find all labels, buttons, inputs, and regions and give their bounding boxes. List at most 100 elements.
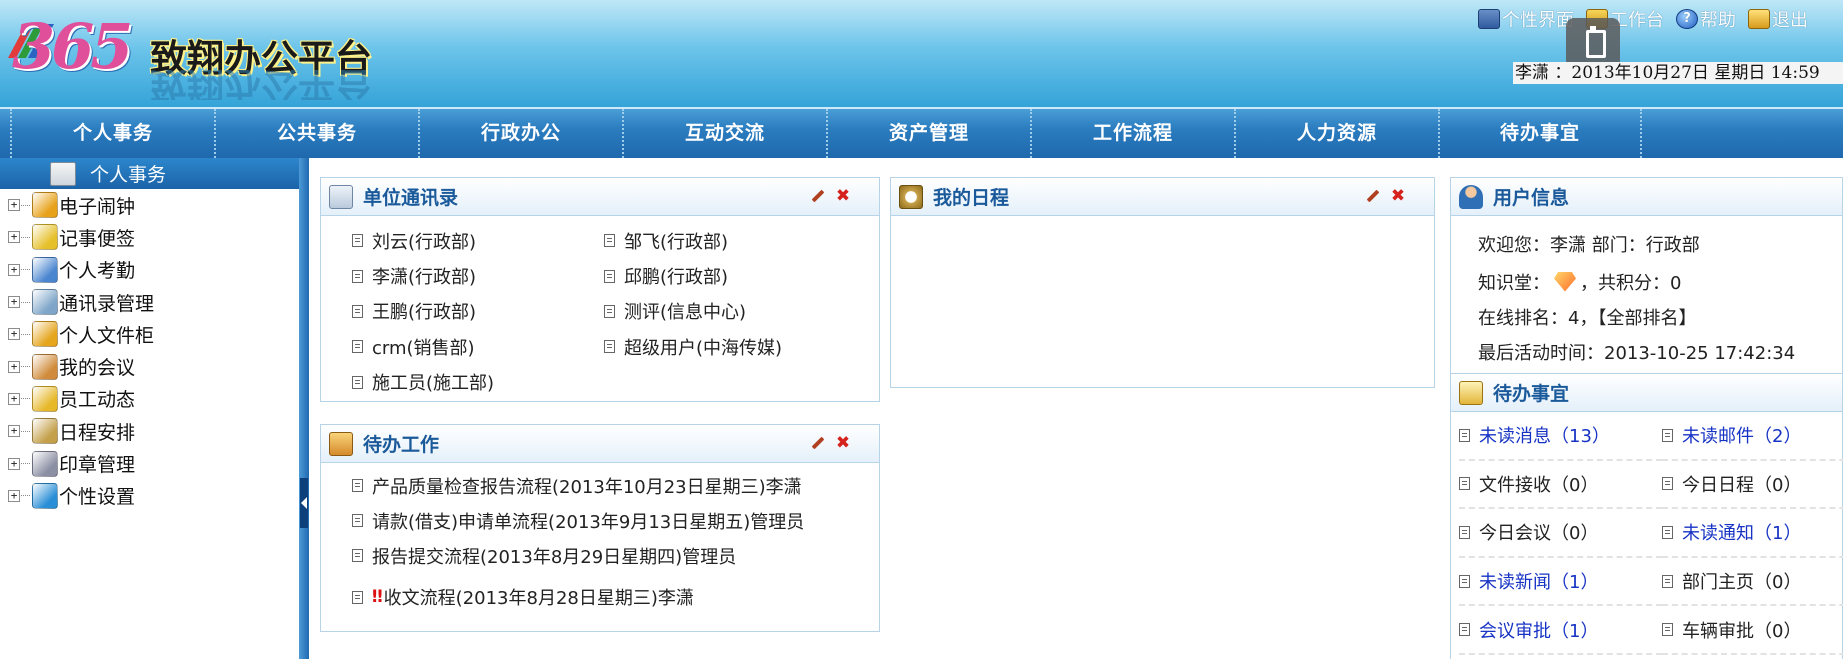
contact-item[interactable]: 超级用户(中海传媒) (604, 329, 856, 364)
user-info-panel: 用户信息 欢迎您：李潇 部门：行政部 知识堂： ，共积分：0 在线排名：4，【全… (1450, 177, 1843, 374)
sidebar-item[interactable]: + 记事便签 (8, 221, 300, 253)
document-icon (1662, 428, 1673, 442)
expand-icon[interactable]: + (8, 296, 20, 309)
expand-icon[interactable]: + (8, 328, 20, 341)
expand-icon[interactable]: + (8, 199, 20, 212)
menu-personal-affairs[interactable]: 个人事务 (10, 109, 214, 158)
contact-item[interactable]: 邹飞(行政部) (604, 223, 856, 258)
tree-connector (21, 463, 30, 465)
toplink-exit[interactable]: 退出 (1748, 6, 1808, 32)
pending-folder-icon (1459, 380, 1483, 405)
close-icon[interactable]: ✖ (835, 435, 851, 452)
menu-administration[interactable]: 行政办公 (418, 109, 622, 158)
file-cabinet-icon (32, 321, 58, 348)
sidebar-item-label: 员工动态 (59, 389, 136, 412)
pending-item[interactable]: 未读邮件（2） (1662, 412, 1843, 461)
sidebar-item[interactable]: + 个人考勤 (8, 254, 300, 286)
contact-item[interactable]: crm(销售部) (352, 329, 604, 364)
sidebar-item[interactable]: + 个性设置 (8, 480, 300, 512)
document-icon (1459, 428, 1470, 442)
panel-header: 我的日程 ✖ (891, 178, 1434, 216)
todo-text: 请款(借支)申请单流程(2013年9月13日星期五)管理员 (372, 511, 805, 533)
contact-item[interactable]: 邱鹏(行政部) (604, 258, 856, 293)
menu-hr[interactable]: 人力资源 (1234, 109, 1438, 158)
alarm-bell-icon (32, 192, 58, 219)
pending-item[interactable]: 车辆审批（0） (1662, 606, 1843, 655)
contact-item[interactable]: 测评(信息中心) (604, 294, 856, 329)
expand-icon[interactable]: + (8, 263, 20, 276)
menu-workflow[interactable]: 工作流程 (1030, 109, 1234, 158)
contact-item[interactable]: 王鹏(行政部) (352, 294, 604, 329)
user-icon (1459, 184, 1483, 209)
sidebar-item[interactable]: + 员工动态 (8, 383, 300, 415)
pending-item[interactable]: 未读消息（13） (1459, 412, 1662, 461)
todo-item[interactable]: ‼ 收文流程(2013年8月28日星期三)李潇 (352, 573, 879, 621)
pending-label: 未读新闻（1） (1479, 572, 1599, 594)
gem-icon (1554, 271, 1576, 292)
sidebar-item[interactable]: + 日程安排 (8, 415, 300, 447)
document-icon (1459, 477, 1470, 491)
close-icon[interactable]: ✖ (1390, 188, 1406, 205)
expand-icon[interactable]: + (8, 425, 20, 438)
app-logo: 365 致翔办公平台 致翔办公平台 (4, 4, 384, 104)
contact-item[interactable]: 施工员(施工部) (352, 365, 604, 400)
pending-item[interactable]: 未读新闻（1） (1459, 558, 1662, 607)
menu-interaction[interactable]: 互动交流 (622, 109, 826, 158)
expand-icon[interactable]: + (8, 392, 20, 405)
sidebar-item[interactable]: + 印章管理 (8, 447, 300, 479)
rank-line[interactable]: 在线排名：4，【全部排名】 (1478, 299, 1842, 334)
usb-overlay-icon[interactable] (1566, 18, 1620, 68)
pending-item[interactable]: 今日日程（0） (1662, 461, 1843, 510)
pending-list: 未读消息（13） 未读邮件（2） 文件接收（0） 今日日程（0） 今日会议（0） 未读通知… (1451, 412, 1843, 655)
expand-icon[interactable]: + (8, 231, 20, 244)
pending-item[interactable]: 部门主页（0） (1662, 558, 1843, 607)
todo-text: 报告提交流程(2013年8月29日星期四)管理员 (372, 546, 737, 568)
todo-item[interactable]: 请款(借支)申请单流程(2013年9月13日星期五)管理员 (352, 503, 879, 538)
edit-icon[interactable] (809, 435, 825, 451)
menu-assets[interactable]: 资产管理 (826, 109, 1030, 158)
panel-header: 单位通讯录 ✖ (321, 178, 879, 216)
pending-item[interactable]: 未读通知（1） (1662, 509, 1843, 558)
sidebar-item[interactable]: + 我的会议 (8, 350, 300, 382)
document-icon (352, 549, 363, 562)
sidebar-item[interactable]: + 通讯录管理 (8, 286, 300, 318)
sidebar-splitter[interactable] (299, 158, 309, 659)
close-icon[interactable]: ✖ (835, 188, 851, 205)
personal-affairs-icon (50, 161, 76, 186)
edit-icon[interactable] (1364, 188, 1380, 204)
todo-item[interactable]: 报告提交流程(2013年8月29日星期四)管理员 (352, 538, 879, 573)
sidebar-item-label: 个人考勤 (59, 260, 136, 283)
tree-connector (21, 495, 30, 497)
menu-todo[interactable]: 待办事宜 (1438, 109, 1642, 158)
expand-icon[interactable]: + (8, 489, 20, 502)
toplink-help[interactable]: ? 帮助 (1676, 6, 1736, 32)
sidebar-item[interactable]: + 电子闹钟 (8, 189, 300, 221)
pending-item[interactable]: 文件接收（0） (1459, 461, 1662, 510)
knowledge-label: 知识堂： (1478, 272, 1550, 294)
sidebar-item[interactable]: + 个人文件柜 (8, 318, 300, 350)
contact-item[interactable]: 李潇(行政部) (352, 258, 604, 293)
tree-connector (21, 204, 30, 206)
toplink-label: 个性界面 (1502, 10, 1574, 31)
tree-connector (21, 333, 30, 335)
contact-item[interactable]: 刘云(行政部) (352, 223, 604, 258)
calendar-grid-icon (32, 256, 58, 283)
pending-label: 文件接收（0） (1479, 474, 1599, 496)
todo-item[interactable]: 产品质量检查报告流程(2013年10月23日星期三)李潇 (352, 468, 879, 503)
edit-icon[interactable] (809, 188, 825, 204)
expand-icon[interactable]: + (8, 457, 20, 470)
collapse-sidebar-icon[interactable] (300, 478, 308, 528)
seal-icon (32, 450, 58, 477)
toplink-personal-ui[interactable]: 个性界面 (1478, 6, 1574, 32)
panel-header: 待办事宜 (1451, 374, 1842, 412)
expand-icon[interactable]: + (8, 360, 20, 373)
panel-title: 用户信息 (1493, 187, 1570, 209)
pending-item[interactable]: 会议审批（1） (1459, 606, 1662, 655)
sidebar-tree: + 电子闹钟 + 记事便签 + 个人考勤 + 通讯录管理 + 个人文件柜 + 我的会议 + 员工动态 + 日程… (0, 189, 300, 512)
last-active-line: 最后活动时间：2013-10-25 17:42:34 (1478, 342, 1796, 364)
sidebar-item-label: 印章管理 (59, 454, 136, 477)
pending-item[interactable]: 今日会议（0） (1459, 509, 1662, 558)
sidebar-item-label: 我的会议 (59, 357, 136, 380)
contact-name: 李潇(行政部) (372, 267, 477, 289)
menu-public-affairs[interactable]: 公共事务 (214, 109, 418, 158)
